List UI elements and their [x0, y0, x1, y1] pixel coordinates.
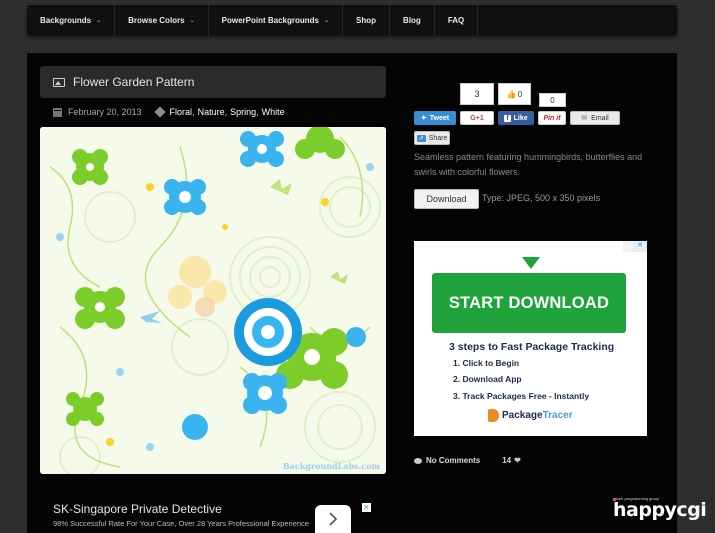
ad-subtitle: 98% Successful Rate For Your Case, Over …	[53, 519, 309, 528]
post-meta: February 20, 2013 Floral, Nature, Spring…	[53, 106, 285, 118]
nav-item-backgrounds[interactable]: Backgrounds ⌄	[27, 5, 116, 35]
file-type-info: Type: JPEG, 500 x 350 pixels	[482, 193, 601, 203]
chevron-down-icon: ⌄	[96, 17, 102, 24]
nav-label: Shop	[356, 15, 377, 25]
post-panel: Flower Garden Pattern February 20, 2013 …	[27, 53, 677, 533]
nav-item-shop[interactable]: Shop	[343, 5, 391, 35]
ad-title[interactable]: SK-Singapore Private Detective	[53, 502, 222, 516]
email-label: Email	[591, 114, 609, 122]
start-download-button[interactable]: START DOWNLOAD	[432, 273, 626, 333]
email-button[interactable]: ✉ Email	[570, 111, 620, 125]
facebook-like-button[interactable]: f Like	[498, 111, 534, 125]
thumbs-up-icon: 👍	[506, 89, 517, 99]
bottom-advertisement[interactable]: SK-Singapore Private Detective 98% Succe…	[40, 497, 376, 533]
comments-link[interactable]: No Comments	[426, 456, 480, 465]
download-arrow-icon	[522, 257, 540, 269]
tag-link-nature[interactable]: Nature	[198, 107, 225, 117]
fb-count-bubble: 👍 0	[498, 83, 531, 105]
post-stats: No Comments 14 ❤	[414, 456, 521, 465]
ad-step: 3. Track Packages Free - Instantly	[453, 391, 590, 401]
ad-step: 2. Download App	[453, 374, 522, 384]
page-title: Flower Garden Pattern	[73, 75, 195, 89]
image-watermark: BackgroundLabs.com	[282, 461, 380, 471]
nav-label: Backgrounds	[40, 15, 92, 25]
ad-step: 1. Click to Begin	[453, 358, 520, 368]
ad-info-icon[interactable]	[623, 241, 633, 252]
brand-a: Package	[502, 410, 543, 421]
share-button[interactable]: ↗ Share	[414, 131, 450, 145]
tweet-button[interactable]: ✦ Tweet	[414, 111, 456, 125]
background-preview-image[interactable]: BackgroundLabs.com	[40, 127, 386, 474]
post-date: February 20, 2013	[68, 107, 142, 117]
post-title-bar: Flower Garden Pattern	[40, 66, 386, 98]
ad-heading: 3 steps to Fast Package Tracking	[449, 341, 615, 353]
fb-count: 0	[517, 89, 523, 99]
chevron-down-icon: ⌄	[189, 17, 195, 24]
package-icon	[488, 409, 499, 422]
pin-count-bubble: 0	[539, 93, 566, 107]
image-icon	[53, 77, 65, 87]
ad-close-icon[interactable]: ✕	[362, 503, 371, 512]
tweet-label: Tweet	[429, 114, 450, 122]
post-description: Seamless pattern featuring hummingbirds,…	[414, 152, 643, 177]
gplus-count-bubble: 3	[460, 83, 494, 105]
social-share-bar: 3 👍 0 0 ✦ Tweet G+1 f Like Pin it ✉ Email ↗ S…	[414, 81, 644, 146]
like-label: Like	[513, 114, 528, 122]
download-button[interactable]: Download	[414, 189, 479, 209]
tag-link-white[interactable]: White	[262, 107, 285, 117]
ad-arrow-button[interactable]	[315, 505, 351, 533]
nav-item-powerpoint-backgrounds[interactable]: PowerPoint Backgrounds ⌄	[209, 5, 344, 35]
ad-close-icon[interactable]: ✕	[633, 241, 647, 252]
nav-item-browse-colors[interactable]: Browse Colors ⌄	[115, 5, 209, 35]
email-icon: ✉	[581, 115, 588, 122]
chevron-right-icon	[329, 512, 338, 526]
logo-text: happycgi	[613, 499, 707, 521]
pinterest-button[interactable]: Pin it	[538, 111, 566, 125]
side-advertisement[interactable]: ✕ START DOWNLOAD 3 steps to Fast Package…	[414, 241, 647, 436]
nav-label: Blog	[403, 15, 421, 25]
nav-label: Browse Colors	[128, 15, 185, 25]
heart-icon[interactable]: ❤	[514, 456, 521, 465]
nav-item-blog[interactable]: Blog	[390, 5, 435, 35]
comment-icon	[414, 457, 422, 464]
nav-item-faq[interactable]: FAQ	[435, 5, 479, 35]
likes-count[interactable]: 14	[502, 456, 511, 465]
nav-label: PowerPoint Backgrounds	[221, 15, 320, 25]
brand-b: Tracer	[542, 410, 573, 421]
flower-pattern-graphic	[40, 127, 386, 474]
twitter-icon: ✦	[420, 115, 427, 122]
share-label: Share	[428, 134, 448, 142]
tag-link-floral[interactable]: Floral	[170, 107, 193, 117]
facebook-icon: f	[504, 114, 511, 122]
chevron-down-icon: ⌄	[324, 17, 330, 24]
packagetracer-logo: PackageTracer	[488, 409, 573, 422]
tag-icon	[153, 106, 166, 118]
calendar-icon	[53, 107, 62, 117]
share-icon: ↗	[416, 134, 426, 142]
tag-link-spring[interactable]: Spring	[230, 107, 256, 117]
nav-label: FAQ	[447, 15, 465, 25]
gplus-button[interactable]: G+1	[460, 111, 494, 125]
top-nav: Backgrounds ⌄ Browse Colors ⌄ PowerPoint B…	[27, 5, 677, 35]
